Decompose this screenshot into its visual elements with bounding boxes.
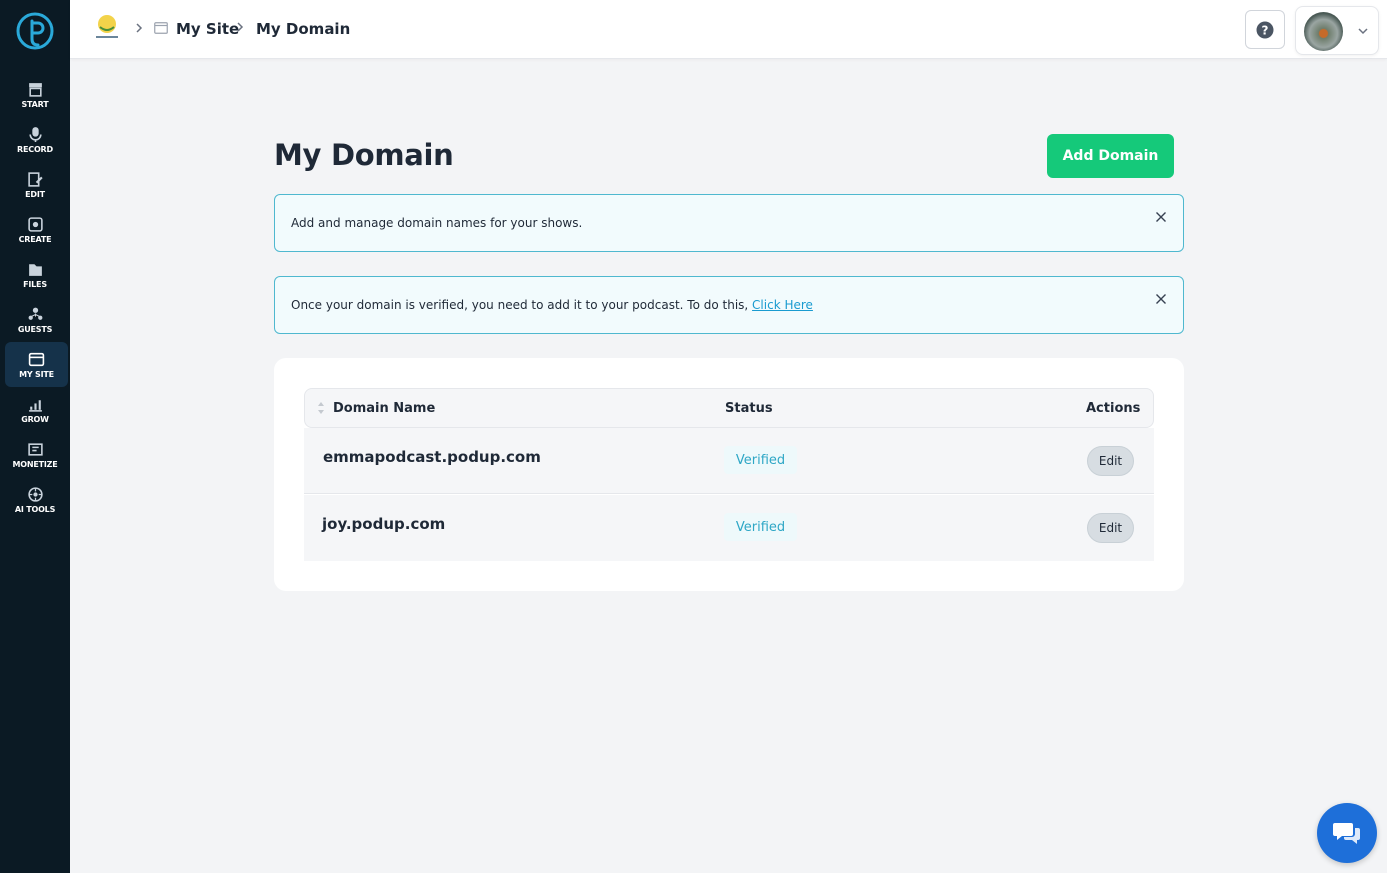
alert-message: Once your domain is verified, you need t…: [291, 298, 753, 312]
sidebar-item-files[interactable]: FILES: [0, 252, 70, 297]
click-here-link[interactable]: Click Here: [752, 298, 813, 312]
chevron-right-icon: [136, 23, 143, 33]
domain-table-card: Domain Name Status Actions emmapodcast.p…: [274, 358, 1184, 591]
sidebar-item-label: MY SITE: [19, 369, 54, 379]
add-domain-button[interactable]: Add Domain: [1047, 134, 1174, 178]
edit-button[interactable]: Edit: [1087, 446, 1134, 476]
show-logo-icon: [96, 15, 118, 38]
start-icon: [28, 82, 42, 97]
svg-text:?: ?: [1262, 23, 1269, 37]
guests-icon: [28, 307, 42, 320]
help-button[interactable]: ?: [1245, 10, 1285, 49]
table-row: joy.podup.com Verified Edit: [304, 495, 1154, 561]
sidebar-item-label: MONETIZE: [12, 459, 58, 469]
files-icon: [28, 263, 42, 276]
show-logo[interactable]: [90, 11, 124, 45]
create-icon: [27, 216, 43, 232]
sidebar-item-start[interactable]: START: [0, 72, 70, 117]
edit-icon: [27, 171, 43, 187]
sidebar-item-record[interactable]: RECORD: [0, 117, 70, 162]
grow-icon: [28, 399, 42, 412]
sidebar-item-create[interactable]: CREATE: [0, 207, 70, 252]
sort-icon[interactable]: [317, 401, 325, 415]
page-title: My Domain: [274, 138, 454, 172]
sidebar-item-monetize[interactable]: MONETIZE: [0, 432, 70, 477]
sidebar-item-label: GUESTS: [17, 324, 53, 334]
sidebar-item-ai-tools[interactable]: AI TOOLS: [0, 477, 70, 522]
domain-name: joy.podup.com: [322, 515, 446, 533]
sidebar-item-label: GROW: [21, 414, 49, 424]
chat-button[interactable]: [1317, 803, 1377, 863]
avatar: [1304, 12, 1343, 51]
table-row: emmapodcast.podup.com Verified Edit: [304, 428, 1154, 494]
domain-name: emmapodcast.podup.com: [323, 448, 541, 466]
podup-logo-icon[interactable]: [15, 11, 55, 51]
alert-text: Add and manage domain names for your sho…: [291, 216, 583, 230]
status-badge: Verified: [724, 513, 797, 541]
alert-text: Once your domain is verified, you need t…: [291, 298, 813, 312]
column-header-actions: Actions: [1086, 401, 1141, 416]
sidebar-item-label: CREATE: [18, 234, 52, 244]
breadcrumb-my-site[interactable]: My Site: [176, 20, 239, 38]
table-header: Domain Name Status Actions: [304, 388, 1154, 428]
breadcrumb-my-domain: My Domain: [256, 20, 351, 38]
sidebar-item-label: FILES: [23, 279, 47, 289]
sidebar-item-label: EDIT: [25, 189, 45, 199]
info-alert: Add and manage domain names for your sho…: [274, 194, 1184, 252]
sidebar-item-label: AI TOOLS: [14, 504, 56, 514]
sidebar: START RECORD EDIT CREATE FILES GUESTS MY…: [0, 0, 70, 873]
microphone-icon: [28, 126, 42, 142]
sidebar-nav: START RECORD EDIT CREATE FILES GUESTS MY…: [0, 72, 70, 522]
chevron-down-icon: [1358, 28, 1368, 35]
chat-icon: [1333, 823, 1360, 844]
close-icon[interactable]: [1155, 293, 1167, 305]
my-site-icon: [154, 22, 168, 34]
sidebar-item-label: START: [21, 99, 49, 109]
column-header-status: Status: [725, 401, 773, 416]
monetize-icon: [27, 442, 43, 456]
top-bar: My Site My Domain ?: [70, 0, 1387, 59]
help-icon: ?: [1256, 21, 1274, 38]
close-icon[interactable]: [1155, 211, 1167, 223]
column-header-domain-name[interactable]: Domain Name: [333, 401, 435, 416]
sidebar-item-my-site[interactable]: MY SITE: [5, 342, 68, 387]
my-site-icon: [28, 352, 45, 366]
status-badge: Verified: [724, 446, 797, 474]
edit-button[interactable]: Edit: [1087, 513, 1134, 543]
chevron-right-icon: [237, 22, 244, 32]
ai-tools-icon: [27, 486, 43, 502]
sidebar-item-edit[interactable]: EDIT: [0, 162, 70, 207]
sidebar-item-guests[interactable]: GUESTS: [0, 297, 70, 342]
profile-menu-button[interactable]: [1295, 6, 1379, 55]
verification-alert: Once your domain is verified, you need t…: [274, 276, 1184, 334]
sidebar-item-label: RECORD: [17, 144, 53, 154]
sidebar-item-grow[interactable]: GROW: [0, 387, 70, 432]
